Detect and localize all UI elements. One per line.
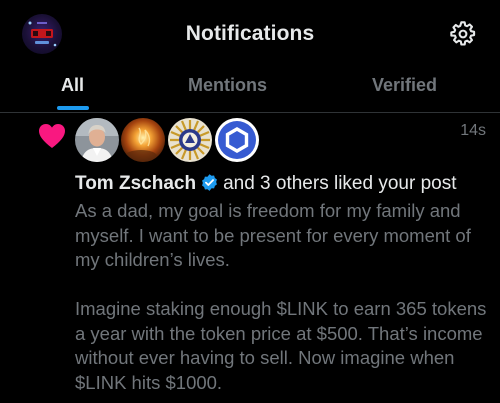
tab-mentions[interactable]: Mentions [155, 66, 300, 112]
notification-timestamp: 14s [460, 122, 486, 139]
verified-badge-icon [200, 173, 219, 192]
liker-avatar-fire[interactable] [121, 118, 165, 162]
active-tab-indicator [56, 106, 89, 110]
tab-bar: All Mentions Verified [0, 66, 500, 113]
heart-icon [38, 123, 66, 149]
liker-avatar-person[interactable] [75, 118, 119, 162]
tab-verified[interactable]: Verified [332, 66, 477, 112]
tab-label: All [60, 75, 84, 95]
liker-avatar-chainlink[interactable] [215, 118, 259, 162]
tab-label: Mentions [188, 75, 267, 95]
gear-icon[interactable] [449, 20, 477, 48]
tab-label: Verified [371, 75, 438, 95]
tab-all[interactable]: All [0, 66, 145, 112]
notification-headline: Tom Zschach and 3 others liked your post [75, 172, 485, 196]
action-text: and 3 others liked your post [223, 173, 457, 194]
page-title: Notifications [185, 22, 315, 45]
user-name[interactable]: Tom Zschach [75, 173, 196, 194]
post-text: As a dad, my goal is freedom for my fami… [75, 200, 487, 393]
header: Notifications [0, 0, 500, 66]
liker-avatar-emblem[interactable] [168, 118, 212, 162]
